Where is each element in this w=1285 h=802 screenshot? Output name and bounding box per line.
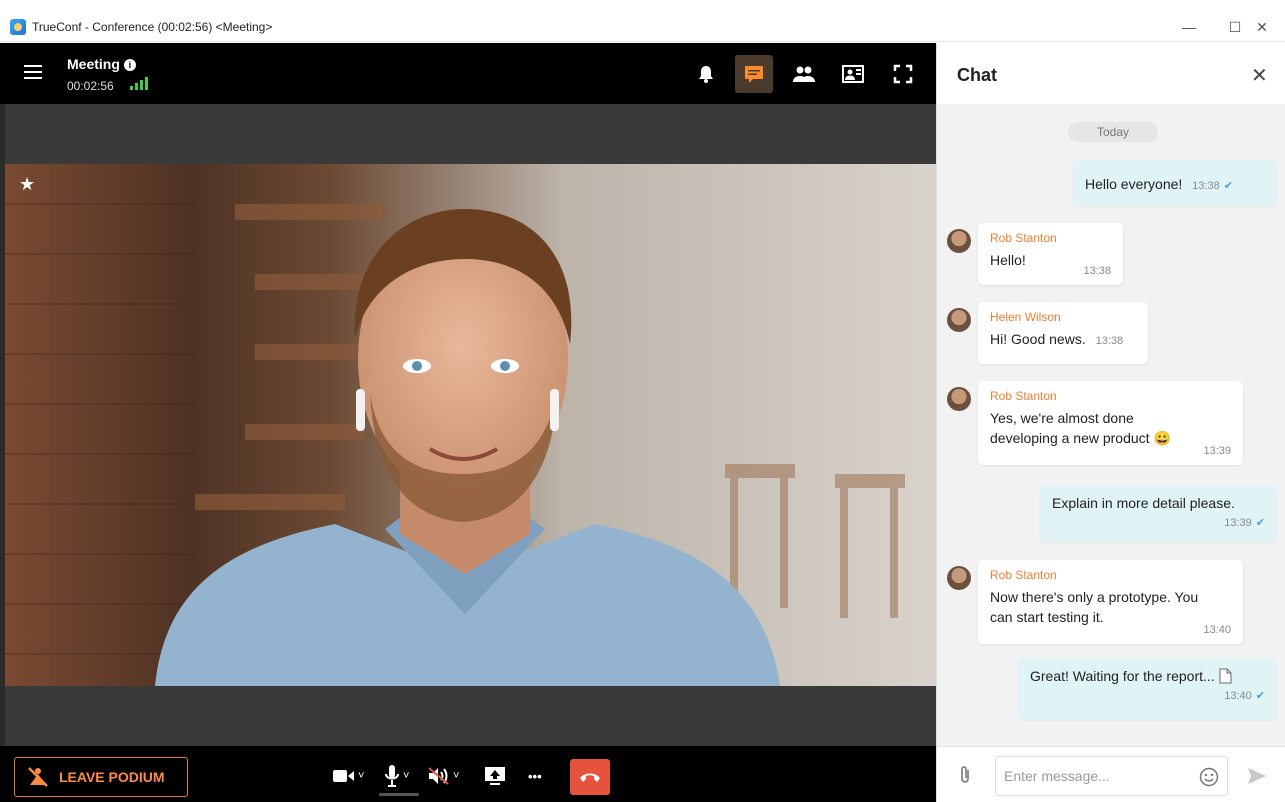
- speaker-mute-icon[interactable]: ˅: [428, 762, 459, 790]
- message-time: 13:38: [1192, 180, 1220, 192]
- chat-header: Chat ✕: [937, 43, 1285, 104]
- bell-icon[interactable]: [687, 55, 725, 93]
- video-letterbox-bottom: [5, 686, 936, 746]
- message-text: Hello!: [990, 252, 1026, 268]
- minimize-button[interactable]: —: [1166, 14, 1212, 40]
- avatar[interactable]: [947, 229, 971, 253]
- microphone-options-caret[interactable]: ˅: [403, 770, 409, 782]
- participant-video-image: [5, 164, 936, 686]
- hangup-icon: [580, 773, 600, 782]
- window-titlebar: TrueConf - Conference (00:02:56) <Meetin…: [0, 0, 1285, 42]
- meeting-name: Meeting: [67, 56, 120, 72]
- message-text: Hello everyone!: [1085, 176, 1183, 192]
- paperclip-icon[interactable]: [959, 765, 971, 790]
- chat-message-incoming[interactable]: Helen Wilson Hi! Good news. 13:38: [978, 302, 1148, 364]
- mic-level-indicator: [379, 793, 419, 796]
- leave-podium-icon: [28, 767, 48, 787]
- avatar[interactable]: [947, 566, 971, 590]
- message-time: 13:40: [1203, 624, 1231, 636]
- conference-controls: LEAVE PODIUM ˅ ˅ ˅ •••: [0, 746, 936, 802]
- participant-video[interactable]: ★: [5, 164, 936, 686]
- avatar[interactable]: [947, 308, 971, 332]
- camera-options-caret[interactable]: ˅: [358, 770, 364, 782]
- send-icon[interactable]: [1247, 767, 1267, 790]
- meeting-title: Meeting i: [67, 56, 136, 72]
- hangup-button[interactable]: [570, 759, 610, 795]
- message-text: Yes, we're almost done developing a new …: [990, 410, 1171, 446]
- message-sender[interactable]: Rob Stanton: [990, 568, 1231, 582]
- message-time: 13:39: [1224, 517, 1252, 529]
- chat-input-bar: [937, 746, 1285, 802]
- message-time: 13:39: [1203, 445, 1231, 457]
- info-icon[interactable]: i: [123, 59, 136, 71]
- meeting-timer: 00:02:56: [67, 79, 114, 93]
- message-time: 13:38: [1095, 335, 1124, 347]
- message-text: Great! Waiting for the report...: [1030, 668, 1215, 684]
- trueconf-logo-icon: [10, 19, 26, 35]
- window-close-button[interactable]: ✕: [1239, 14, 1285, 40]
- chat-message-outgoing[interactable]: Explain in more detail please. 13:39 ✔: [1040, 485, 1277, 542]
- window-title: TrueConf - Conference (00:02:56) <Meetin…: [32, 20, 273, 34]
- chat-message-incoming[interactable]: Rob Stanton Hello! 13:38: [978, 223, 1123, 285]
- message-sender[interactable]: Helen Wilson: [990, 310, 1136, 324]
- read-receipt-icon: ✔: [1255, 517, 1265, 529]
- message-text: Now there's only a prototype. You can st…: [990, 589, 1199, 625]
- fullscreen-icon[interactable]: [884, 55, 922, 93]
- signal-strength-icon: [130, 77, 148, 90]
- conference-topbar: Meeting i 00:02:56: [0, 43, 936, 104]
- read-receipt-icon: ✔: [1223, 180, 1233, 192]
- leave-podium-button[interactable]: LEAVE PODIUM: [14, 757, 188, 797]
- chat-message-outgoing[interactable]: Hello everyone! 13:38 ✔: [1073, 160, 1277, 206]
- chat-message-incoming[interactable]: Rob Stanton Yes, we're almost done devel…: [978, 381, 1243, 465]
- date-separator: Today: [1068, 122, 1158, 142]
- star-icon[interactable]: ★: [19, 174, 35, 195]
- avatar[interactable]: [947, 387, 971, 411]
- screen-share-icon[interactable]: [484, 762, 506, 790]
- conference-area: Meeting i 00:02:56 ★ LEAVE PODIUM ˅ ˅ ˅ …: [0, 43, 936, 802]
- more-icon[interactable]: •••: [528, 762, 542, 790]
- message-input[interactable]: [995, 756, 1228, 796]
- speaker-options-caret[interactable]: ˅: [453, 770, 459, 782]
- message-sender[interactable]: Rob Stanton: [990, 231, 1111, 245]
- participants-icon[interactable]: [785, 55, 823, 93]
- chat-title: Chat: [957, 65, 997, 85]
- read-receipt-icon: ✔: [1255, 690, 1265, 702]
- chat-message-incoming[interactable]: Rob Stanton Now there's only a prototype…: [978, 560, 1243, 644]
- chat-panel: Chat ✕ Today Hello everyone! 13:38 ✔ Rob …: [936, 43, 1285, 802]
- emoji-icon[interactable]: [1199, 767, 1219, 792]
- message-text: Explain in more detail please.: [1052, 495, 1235, 511]
- message-time: 13:40: [1224, 690, 1252, 702]
- message-sender[interactable]: Rob Stanton: [990, 389, 1231, 403]
- message-time: 13:38: [1083, 265, 1111, 277]
- chat-message-outgoing[interactable]: Great! Waiting for the report... 13:40 ✔: [1018, 658, 1277, 720]
- chat-close-icon[interactable]: ✕: [1251, 63, 1268, 88]
- leave-podium-label: LEAVE PODIUM: [59, 769, 165, 785]
- layout-icon[interactable]: [834, 55, 872, 93]
- video-letterbox-top: [5, 104, 936, 164]
- message-text: Hi! Good news.: [990, 331, 1086, 347]
- menu-icon[interactable]: [24, 65, 44, 81]
- camera-icon[interactable]: ˅: [333, 762, 364, 790]
- microphone-icon[interactable]: ˅: [385, 762, 409, 790]
- chat-icon[interactable]: [735, 55, 773, 93]
- document-icon[interactable]: [1219, 668, 1232, 684]
